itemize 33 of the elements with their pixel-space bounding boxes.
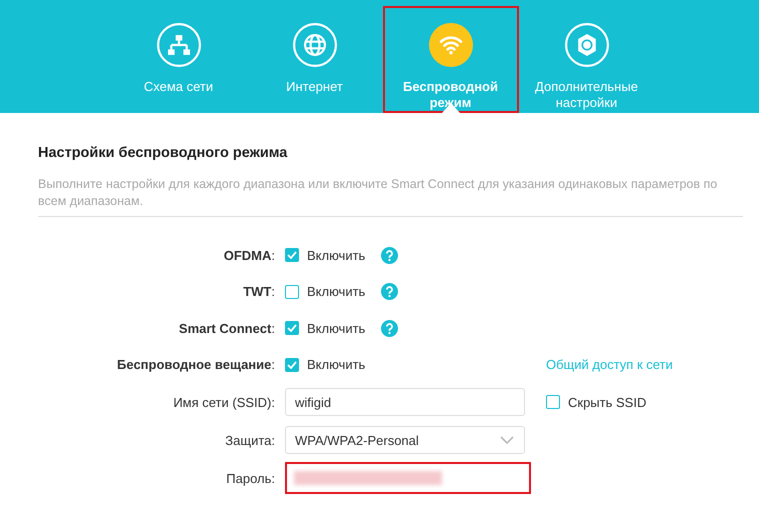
field-label: Пароль:	[225, 470, 276, 486]
globe-icon	[292, 23, 336, 67]
checkbox[interactable]	[285, 321, 299, 336]
security-dropdown[interactable]: WPA/WPA2-Personal	[285, 426, 525, 454]
nav-tab[interactable]: Дополнительные настройки	[518, 6, 654, 113]
network-icon	[156, 23, 200, 67]
section-title: Настройки беспроводного режима	[38, 145, 288, 161]
checkbox[interactable]	[285, 284, 299, 299]
checkbox-label: Включить	[307, 357, 366, 372]
checkbox-label: Включить	[307, 284, 366, 300]
password-field[interactable]	[285, 462, 531, 494]
help-icon[interactable]	[381, 246, 398, 264]
nav-tab[interactable]: Интернет	[246, 6, 382, 113]
field-label: TWT:	[242, 284, 276, 300]
section-description: Выполните настройки для каждого диапазона или включите Smart Connect для указания одинаковых параметров по всем диапазонам.	[38, 176, 718, 210]
field-label: Беспроводное вещание:	[116, 357, 276, 372]
checkbox-label: Включить	[307, 248, 366, 263]
nav-tab[interactable]: Схема сети	[110, 6, 246, 113]
gear-icon	[564, 23, 608, 67]
field-label: Имя сети (SSID):	[172, 394, 276, 410]
help-icon[interactable]	[381, 320, 398, 337]
checkbox[interactable]	[285, 358, 299, 372]
help-icon[interactable]	[381, 283, 398, 300]
checkbox-label: Скрыть SSID	[568, 394, 646, 410]
share-link[interactable]: Общий доступ к сети	[540, 356, 673, 372]
checkbox[interactable]	[285, 248, 299, 262]
ssid-input[interactable]: wifigid	[285, 388, 525, 416]
field-label: Smart Connect:	[178, 320, 276, 336]
checkbox-label: Включить	[307, 320, 366, 336]
field-label: Защита:	[224, 432, 276, 448]
chevron-icon	[499, 435, 515, 445]
field-label: OFDMA:	[222, 248, 276, 263]
checkbox[interactable]	[546, 395, 560, 409]
